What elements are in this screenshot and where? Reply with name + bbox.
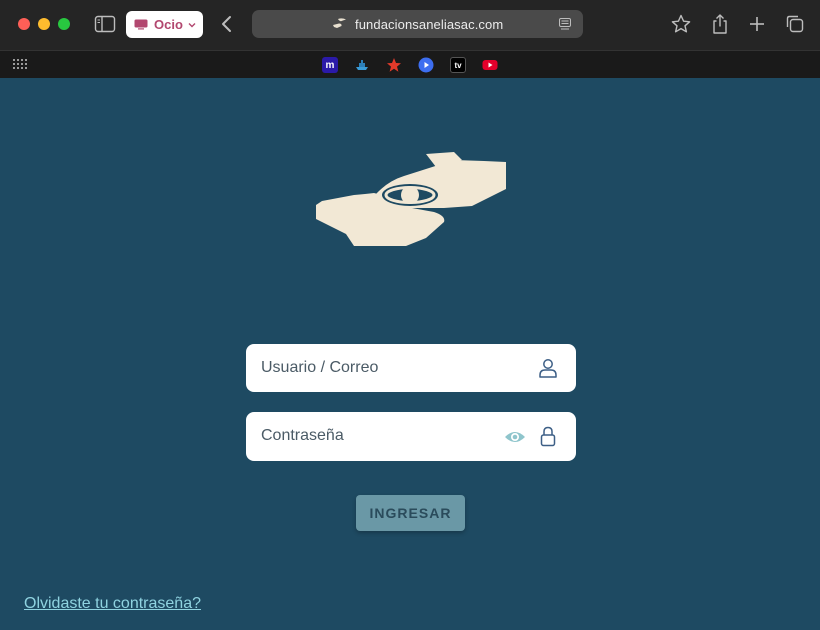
password-placeholder: Contraseña [261, 427, 344, 444]
favorite-m-icon[interactable]: m [322, 57, 338, 73]
share-icon[interactable] [709, 13, 731, 35]
apps-grid-icon[interactable] [13, 59, 27, 69]
favorite-star-icon[interactable] [386, 57, 402, 73]
username-field[interactable]: Usuario / Correo [246, 344, 576, 392]
favorite-ship-icon[interactable] [354, 57, 370, 73]
sidebar-toggle-icon[interactable] [94, 14, 116, 34]
reader-mode-icon[interactable] [559, 18, 571, 31]
show-password-eye-icon[interactable] [504, 426, 526, 448]
tv-icon [134, 19, 148, 30]
forgot-password-link[interactable]: Olvidaste tu contraseña? [24, 595, 201, 613]
favorite-apple-tv-icon[interactable]: tv [450, 57, 466, 73]
lock-icon [540, 426, 556, 447]
bookmark-star-icon[interactable] [670, 13, 692, 35]
user-icon [539, 359, 557, 378]
username-placeholder: Usuario / Correo [261, 359, 379, 376]
tab-group-selector[interactable]: Ocio [126, 11, 203, 38]
password-field[interactable]: Contraseña [246, 412, 576, 461]
browser-toolbar: Ocio fundacionsaneliasac.com [0, 0, 820, 50]
close-window-button[interactable] [18, 18, 30, 30]
url-text: fundacionsaneliasac.com [355, 17, 504, 32]
favorite-m-label: m [325, 59, 335, 71]
tab-overview-icon[interactable] [784, 13, 806, 35]
address-bar[interactable]: fundacionsaneliasac.com [252, 10, 583, 38]
chevron-down-icon [188, 22, 196, 27]
login-button[interactable]: INGRESAR [356, 495, 465, 531]
minimize-window-button[interactable] [38, 18, 50, 30]
new-tab-plus-icon[interactable] [746, 13, 768, 35]
favorite-play-icon[interactable] [418, 57, 434, 73]
zoom-window-button[interactable] [58, 18, 70, 30]
hands-eye-logo [316, 152, 506, 246]
favorite-tv-label: tv [454, 60, 462, 70]
favorite-youtube-icon[interactable] [482, 57, 498, 73]
tab-group-label: Ocio [154, 17, 183, 32]
favorites-bar: m tv [0, 50, 820, 78]
site-favicon-icon [333, 18, 346, 28]
back-arrow-icon[interactable] [219, 14, 235, 34]
